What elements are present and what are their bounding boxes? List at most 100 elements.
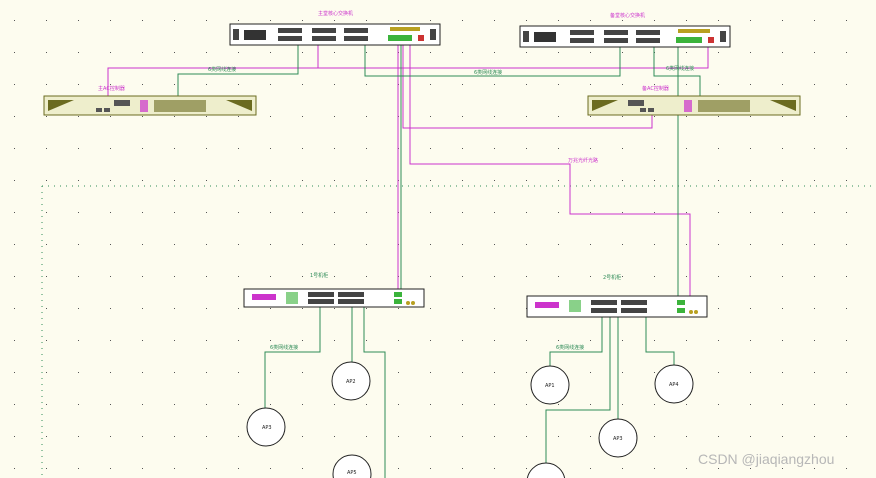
grid-dot (814, 148, 815, 149)
grid-dot (302, 404, 303, 405)
grid-dot (718, 468, 719, 469)
grid-dot (238, 372, 239, 373)
core-switch-right[interactable]: 备堂核心交换机 (519, 12, 731, 48)
grid-dot (14, 340, 15, 341)
ac-controller-left[interactable]: 主AC控制器 (43, 85, 257, 116)
grid-dot (78, 20, 79, 21)
access-point-ap5[interactable]: AP5 (332, 454, 372, 478)
grid-dot (46, 52, 47, 53)
grid-dot (846, 308, 847, 309)
grid-dot (174, 340, 175, 341)
ac-controller-right[interactable]: 备AC控制器 (587, 85, 801, 116)
grid-dot (174, 436, 175, 437)
grid-dot (494, 372, 495, 373)
grid-dot (238, 468, 239, 469)
grid-dot (462, 404, 463, 405)
grid-dot (366, 276, 367, 277)
grid-dot (654, 404, 655, 405)
grid-dot (622, 84, 623, 85)
grid-dot (686, 468, 687, 469)
grid-dot (686, 212, 687, 213)
grid-dot (814, 308, 815, 309)
grid-dot (462, 244, 463, 245)
grid-dot (846, 84, 847, 85)
access-point-ap1[interactable]: AP1 (530, 365, 570, 405)
grid-dot (494, 468, 495, 469)
grid-dot (366, 148, 367, 149)
grid-dot (174, 212, 175, 213)
grid-dot (622, 148, 623, 149)
grid-dot (206, 212, 207, 213)
grid-dot (206, 116, 207, 117)
grid-dot (366, 116, 367, 117)
grid-dot (398, 404, 399, 405)
grid-dot (430, 436, 431, 437)
grid-dot (494, 276, 495, 277)
grid-dot (686, 116, 687, 117)
grid-dot (526, 180, 527, 181)
grid-dot (302, 244, 303, 245)
grid-dot (238, 84, 239, 85)
grid-dot (238, 404, 239, 405)
grid-dot (334, 276, 335, 277)
grid-dot (462, 20, 463, 21)
grid-dot (686, 180, 687, 181)
grid-dot (782, 468, 783, 469)
access-point-ap3-right[interactable]: AP3 (598, 418, 638, 458)
grid-dot (622, 340, 623, 341)
grid-dot (526, 20, 527, 21)
network-topology-diagram: 6类网线连接 6类网线连接 6类网线连接 万兆光纤光路 6类网线连接 6类网线连… (14, 10, 876, 478)
grid-dot (494, 84, 495, 85)
grid-dot (366, 244, 367, 245)
access-switch-cabinet-2[interactable]: 2号机柜 (526, 274, 708, 318)
grid-dot (846, 52, 847, 53)
grid-dot (142, 404, 143, 405)
grid-dot (270, 468, 271, 469)
grid-dot (78, 84, 79, 85)
grid-dot (366, 180, 367, 181)
grid-dot (558, 212, 559, 213)
grid-dot (430, 116, 431, 117)
grid-dot (206, 84, 207, 85)
access-point-ap3-left[interactable]: AP3 (246, 407, 286, 447)
access-point-ap2[interactable]: AP2 (331, 361, 371, 401)
grid-dot (430, 212, 431, 213)
device-label: 备AC控制器 (642, 85, 669, 92)
grid-dot (462, 116, 463, 117)
grid-dot (846, 468, 847, 469)
grid-dot (398, 340, 399, 341)
grid-dot (782, 276, 783, 277)
grid-dot (78, 244, 79, 245)
grid-dot (622, 180, 623, 181)
grid-dot (462, 372, 463, 373)
grid-dot (366, 52, 367, 53)
grid-dot (846, 148, 847, 149)
grid-dot (750, 308, 751, 309)
grid-dot (462, 148, 463, 149)
grid-dot (174, 52, 175, 53)
grid-dot (14, 372, 15, 373)
grid-dot (654, 180, 655, 181)
grid-dot (430, 84, 431, 85)
grid-dot (782, 372, 783, 373)
grid-dot (174, 276, 175, 277)
grid-dot (334, 52, 335, 53)
grid-dot (334, 244, 335, 245)
grid-dot (654, 148, 655, 149)
grid-dot (750, 404, 751, 405)
grid-dot (46, 212, 47, 213)
grid-dot (302, 340, 303, 341)
grid-dot (110, 436, 111, 437)
grid-dot (14, 308, 15, 309)
grid-dot (110, 116, 111, 117)
grid-dot (462, 436, 463, 437)
cable-label: 6类网线连接 (666, 65, 694, 72)
access-switch-cabinet-1[interactable]: 1号机柜 (243, 272, 425, 308)
core-switch-left[interactable]: 主堂核心交换机 (229, 10, 441, 46)
grid-dot (558, 84, 559, 85)
device-label: 1号机柜 (310, 272, 328, 279)
access-point-ap4[interactable]: AP4 (654, 364, 694, 404)
grid-dot (238, 148, 239, 149)
device-label: 备堂核心交换机 (610, 12, 645, 19)
grid-dot (590, 116, 591, 117)
